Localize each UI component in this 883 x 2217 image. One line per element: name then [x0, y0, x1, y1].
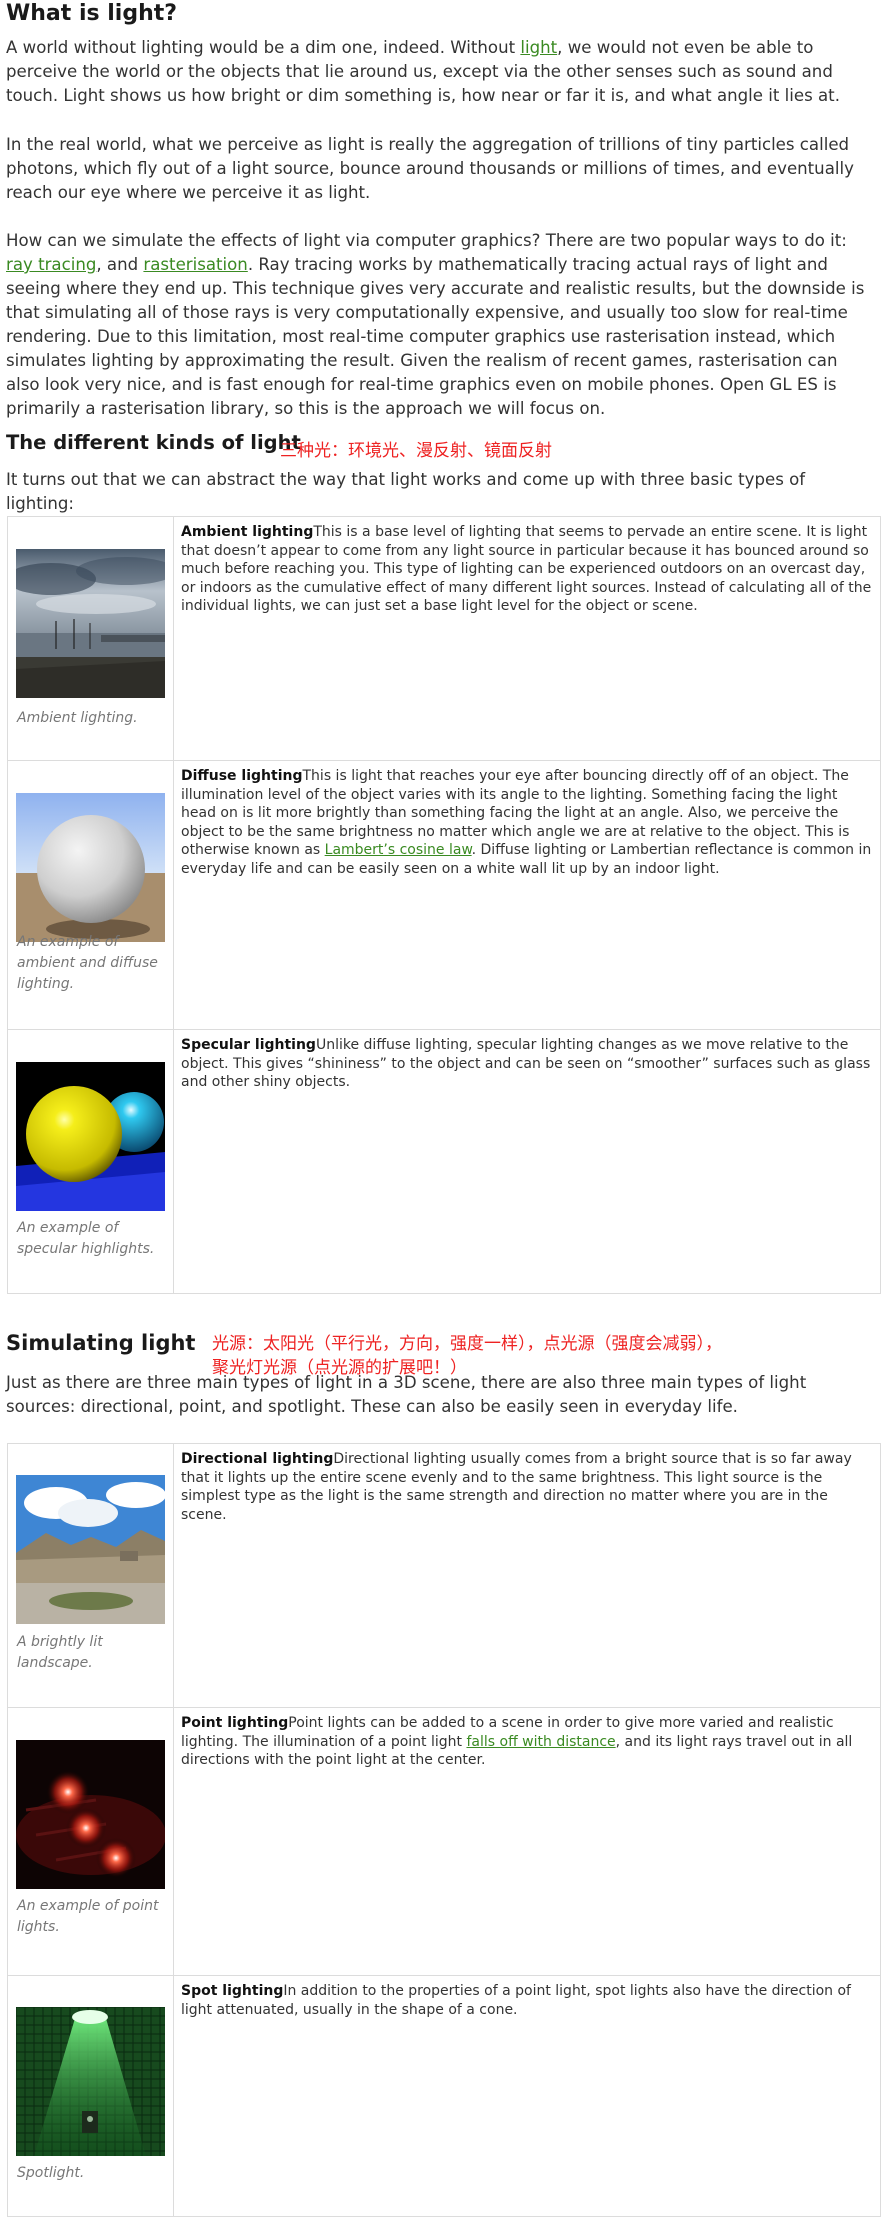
table-row-directional: A brightly lit landscape. Directional li…	[7, 1443, 881, 1708]
term-title: Spot lighting	[181, 1983, 284, 1999]
link-light[interactable]: light	[520, 38, 557, 57]
term-title: Ambient lighting	[181, 524, 314, 540]
annotation-note-kinds: 三种光：环境光、漫反射、镜面反射	[280, 441, 552, 461]
light-sources-table: A brightly lit landscape. Directional li…	[7, 1443, 881, 2217]
caption-diffuse: An example of ambient and diffuse lighti…	[17, 934, 158, 992]
image-cell: Ambient lighting.	[7, 516, 174, 761]
term-title: Specular lighting	[181, 1037, 316, 1053]
text: A world without lighting would be a dim …	[6, 38, 521, 57]
image-cell: An example of ambient and diffuse lighti…	[7, 760, 174, 1030]
specular-lighting-image	[16, 1062, 165, 1211]
heading-what-is-light: What is light?	[6, 1, 178, 26]
paragraph-kinds-intro: It turns out that we can abstract the wa…	[6, 470, 806, 513]
term-title: Diffuse lighting	[181, 768, 303, 784]
table-row-specular: An example of specular highlights. Specu…	[7, 1029, 881, 1294]
diffuse-lighting-image	[16, 793, 165, 942]
heading-simulating-light: Simulating light	[6, 1331, 196, 1355]
text: How can we simulate the effects of light…	[6, 231, 847, 250]
directional-lighting-image	[16, 1475, 165, 1624]
point-lighting-image	[16, 1740, 165, 1889]
table-row-ambient: Ambient lighting. Ambient lightingThis i…	[7, 516, 881, 761]
article: What is light? A world without lighting …	[0, 0, 883, 2217]
image-cell: Spotlight.	[7, 1975, 174, 2217]
description-specular: Specular lightingUnlike diffuse lighting…	[174, 1030, 880, 1092]
description-cell: Point lightingPoint lights can be added …	[173, 1707, 881, 1976]
description-point: Point lightingPoint lights can be added …	[174, 1708, 880, 1770]
link-lamberts-cosine-law[interactable]: Lambert’s cosine law	[325, 842, 472, 858]
heading-kinds-of-light: The different kinds of light	[6, 431, 301, 454]
paragraph-photons: In the real world, what we perceive as l…	[6, 135, 854, 202]
description-cell: Spot lightingIn addition to the properti…	[173, 1975, 881, 2217]
term-title: Directional lighting	[181, 1451, 334, 1467]
table-row-point: An example of point lights. Point lighti…	[7, 1707, 881, 1976]
caption-ambient: Ambient lighting.	[17, 710, 138, 726]
table-row-diffuse: An example of ambient and diffuse lighti…	[7, 760, 881, 1030]
description-cell: Diffuse lightingThis is light that reach…	[173, 760, 881, 1030]
caption-point: An example of point lights.	[17, 1898, 159, 1935]
description-cell: Directional lightingDirectional lighting…	[173, 1443, 881, 1708]
ambient-lighting-image	[16, 549, 165, 698]
description-diffuse: Diffuse lightingThis is light that reach…	[174, 761, 880, 878]
description-ambient: Ambient lightingThis is a base level of …	[174, 517, 880, 616]
caption-directional: A brightly lit landscape.	[17, 1634, 103, 1671]
description-cell: Specular lightingUnlike diffuse lighting…	[173, 1029, 881, 1294]
link-falls-off-with-distance[interactable]: falls off with distance	[466, 1734, 615, 1750]
description-directional: Directional lightingDirectional lighting…	[174, 1444, 880, 1524]
description-cell: Ambient lightingThis is a base level of …	[173, 516, 881, 761]
term-title: Point lighting	[181, 1715, 289, 1731]
paragraph-simulation: How can we simulate the effects of light…	[6, 229, 874, 421]
image-cell: An example of point lights.	[7, 1707, 174, 1976]
image-cell: An example of specular highlights.	[7, 1029, 174, 1294]
link-rasterisation[interactable]: rasterisation	[143, 255, 247, 274]
caption-spot: Spotlight.	[17, 2165, 85, 2181]
description-spot: Spot lightingIn addition to the properti…	[174, 1976, 880, 2019]
table-row-spot: Spotlight. Spot lightingIn addition to t…	[7, 1975, 881, 2217]
text: . Ray tracing works by mathematically tr…	[6, 255, 865, 418]
caption-specular: An example of specular highlights.	[17, 1220, 155, 1257]
image-cell: A brightly lit landscape.	[7, 1443, 174, 1708]
lighting-types-table: Ambient lighting. Ambient lightingThis i…	[7, 516, 881, 1294]
link-ray-tracing[interactable]: ray tracing	[6, 255, 96, 274]
spot-lighting-image	[16, 2007, 165, 2156]
paragraph-light-sources-intro: Just as there are three main types of li…	[6, 1373, 807, 1416]
text: , and	[96, 255, 144, 274]
paragraph-intro: A world without lighting would be a dim …	[6, 36, 874, 108]
